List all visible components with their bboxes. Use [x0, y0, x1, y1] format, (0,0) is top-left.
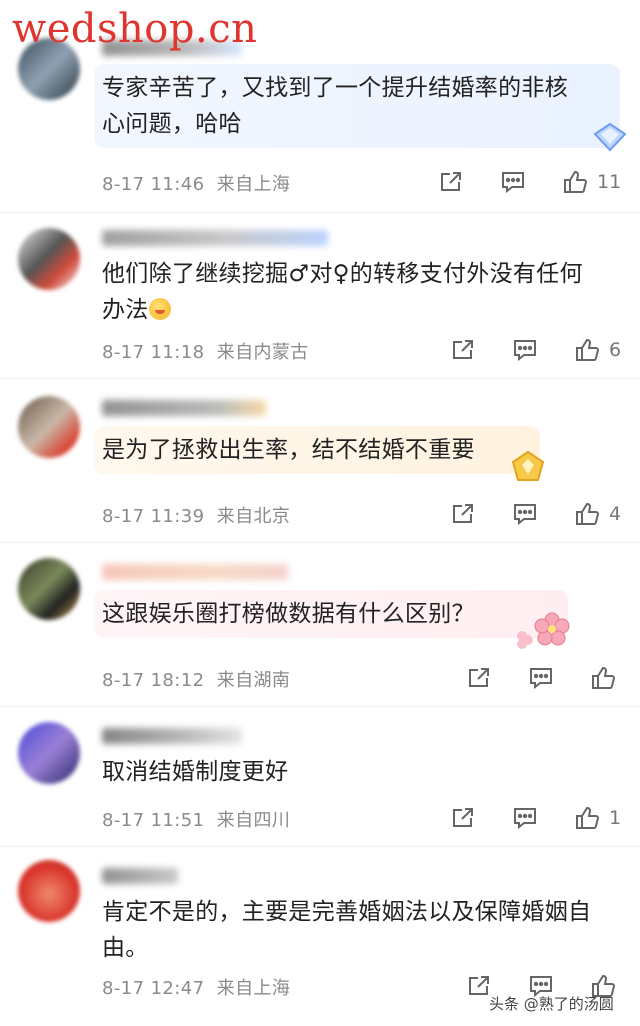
diamond-badge-icon — [592, 122, 628, 152]
comment-meta: 8-17 18:12 来自湖南 — [102, 666, 290, 692]
reply-icon[interactable] — [512, 337, 538, 363]
comment-time: 8-17 11:51 — [102, 810, 205, 831]
like-icon[interactable] — [574, 805, 600, 831]
reply-icon[interactable] — [528, 665, 554, 691]
share-icon[interactable] — [450, 805, 476, 831]
like-count: 1 — [609, 807, 622, 829]
share-icon[interactable] — [450, 501, 476, 527]
comment-time: 8-17 11:46 — [102, 174, 205, 195]
like-icon[interactable] — [562, 169, 588, 195]
comment-meta: 8-17 11:46 来自上海 — [102, 170, 290, 196]
username-redacted — [102, 868, 178, 884]
comment-location: 来自湖南 — [216, 670, 291, 691]
reply-icon[interactable] — [512, 501, 538, 527]
comment-location: 来自北京 — [216, 506, 291, 527]
avatar[interactable] — [18, 860, 80, 922]
username-redacted — [102, 564, 288, 580]
comment-text: 取消结婚制度更好 — [102, 759, 289, 785]
source-watermark: 头条 @熟了的汤圆 — [489, 995, 614, 1013]
share-icon[interactable] — [450, 337, 476, 363]
like-icon[interactable] — [590, 665, 616, 691]
comment-location: 来自内蒙古 — [216, 342, 309, 363]
comment-meta: 8-17 12:47 来自上海 — [102, 974, 290, 1000]
username-redacted — [102, 230, 328, 246]
comment-text: 是为了拯救出生率，结不结婚不重要 — [102, 437, 475, 463]
username-redacted — [102, 728, 242, 744]
comment-text: 这跟娱乐圈打榜做数据有什么区别？ — [102, 601, 475, 627]
like-count: 4 — [609, 503, 622, 525]
avatar[interactable] — [18, 722, 80, 784]
watermark: wedshop.cn — [12, 6, 258, 52]
comment-time: 8-17 11:18 — [102, 342, 205, 363]
comment-item: 是为了拯救出生率，结不结婚不重要 8-17 11:39 来自北京 4 — [0, 378, 640, 543]
comment-meta: 8-17 11:51 来自四川 — [102, 806, 290, 832]
comment-text: 专家辛苦了，又找到了一个提升结婚率的非核 心问题，哈哈 — [102, 75, 568, 137]
smile-emoji-icon — [148, 298, 171, 320]
comment-time: 8-17 12:47 — [102, 978, 205, 999]
like-icon[interactable] — [574, 501, 600, 527]
comment-location: 来自四川 — [216, 810, 291, 831]
avatar[interactable] — [18, 396, 80, 458]
comment-time: 8-17 11:39 — [102, 506, 205, 527]
comment-text: 肯定不是的，主要是完善婚姻法以及保障婚姻自 由。 — [102, 899, 592, 961]
comment-location: 来自上海 — [216, 978, 291, 999]
like-count: 6 — [609, 339, 622, 361]
share-icon[interactable] — [466, 665, 492, 691]
reply-icon[interactable] — [512, 805, 538, 831]
gold-badge-icon — [510, 450, 546, 484]
share-icon[interactable] — [438, 169, 464, 195]
avatar[interactable] — [18, 228, 80, 290]
like-icon[interactable] — [574, 337, 600, 363]
comment-meta: 8-17 11:18 来自内蒙古 — [102, 338, 309, 364]
avatar[interactable] — [18, 558, 80, 620]
comment-item: 取消结婚制度更好 8-17 11:51 来自四川 1 — [0, 706, 640, 847]
comment-time: 8-17 18:12 — [102, 670, 205, 691]
comment-item: 专家辛苦了，又找到了一个提升结婚率的非核 心问题，哈哈 8-17 11:46 来… — [0, 24, 640, 213]
username-redacted — [102, 400, 266, 416]
flower-decoration-icon — [512, 606, 578, 650]
comment-meta: 8-17 11:39 来自北京 — [102, 502, 290, 528]
comment-item: 这跟娱乐圈打榜做数据有什么区别？ 8-17 18:12 来自湖南 — [0, 542, 640, 707]
comment-location: 来自上海 — [216, 174, 291, 195]
reply-icon[interactable] — [500, 169, 526, 195]
like-count: 11 — [597, 171, 622, 193]
comment-text: 他们除了继续挖掘♂对♀的转移支付外没有任何 办法 — [102, 261, 583, 323]
comment-item: 他们除了继续挖掘♂对♀的转移支付外没有任何 办法 8-17 11:18 来自内蒙… — [0, 212, 640, 379]
